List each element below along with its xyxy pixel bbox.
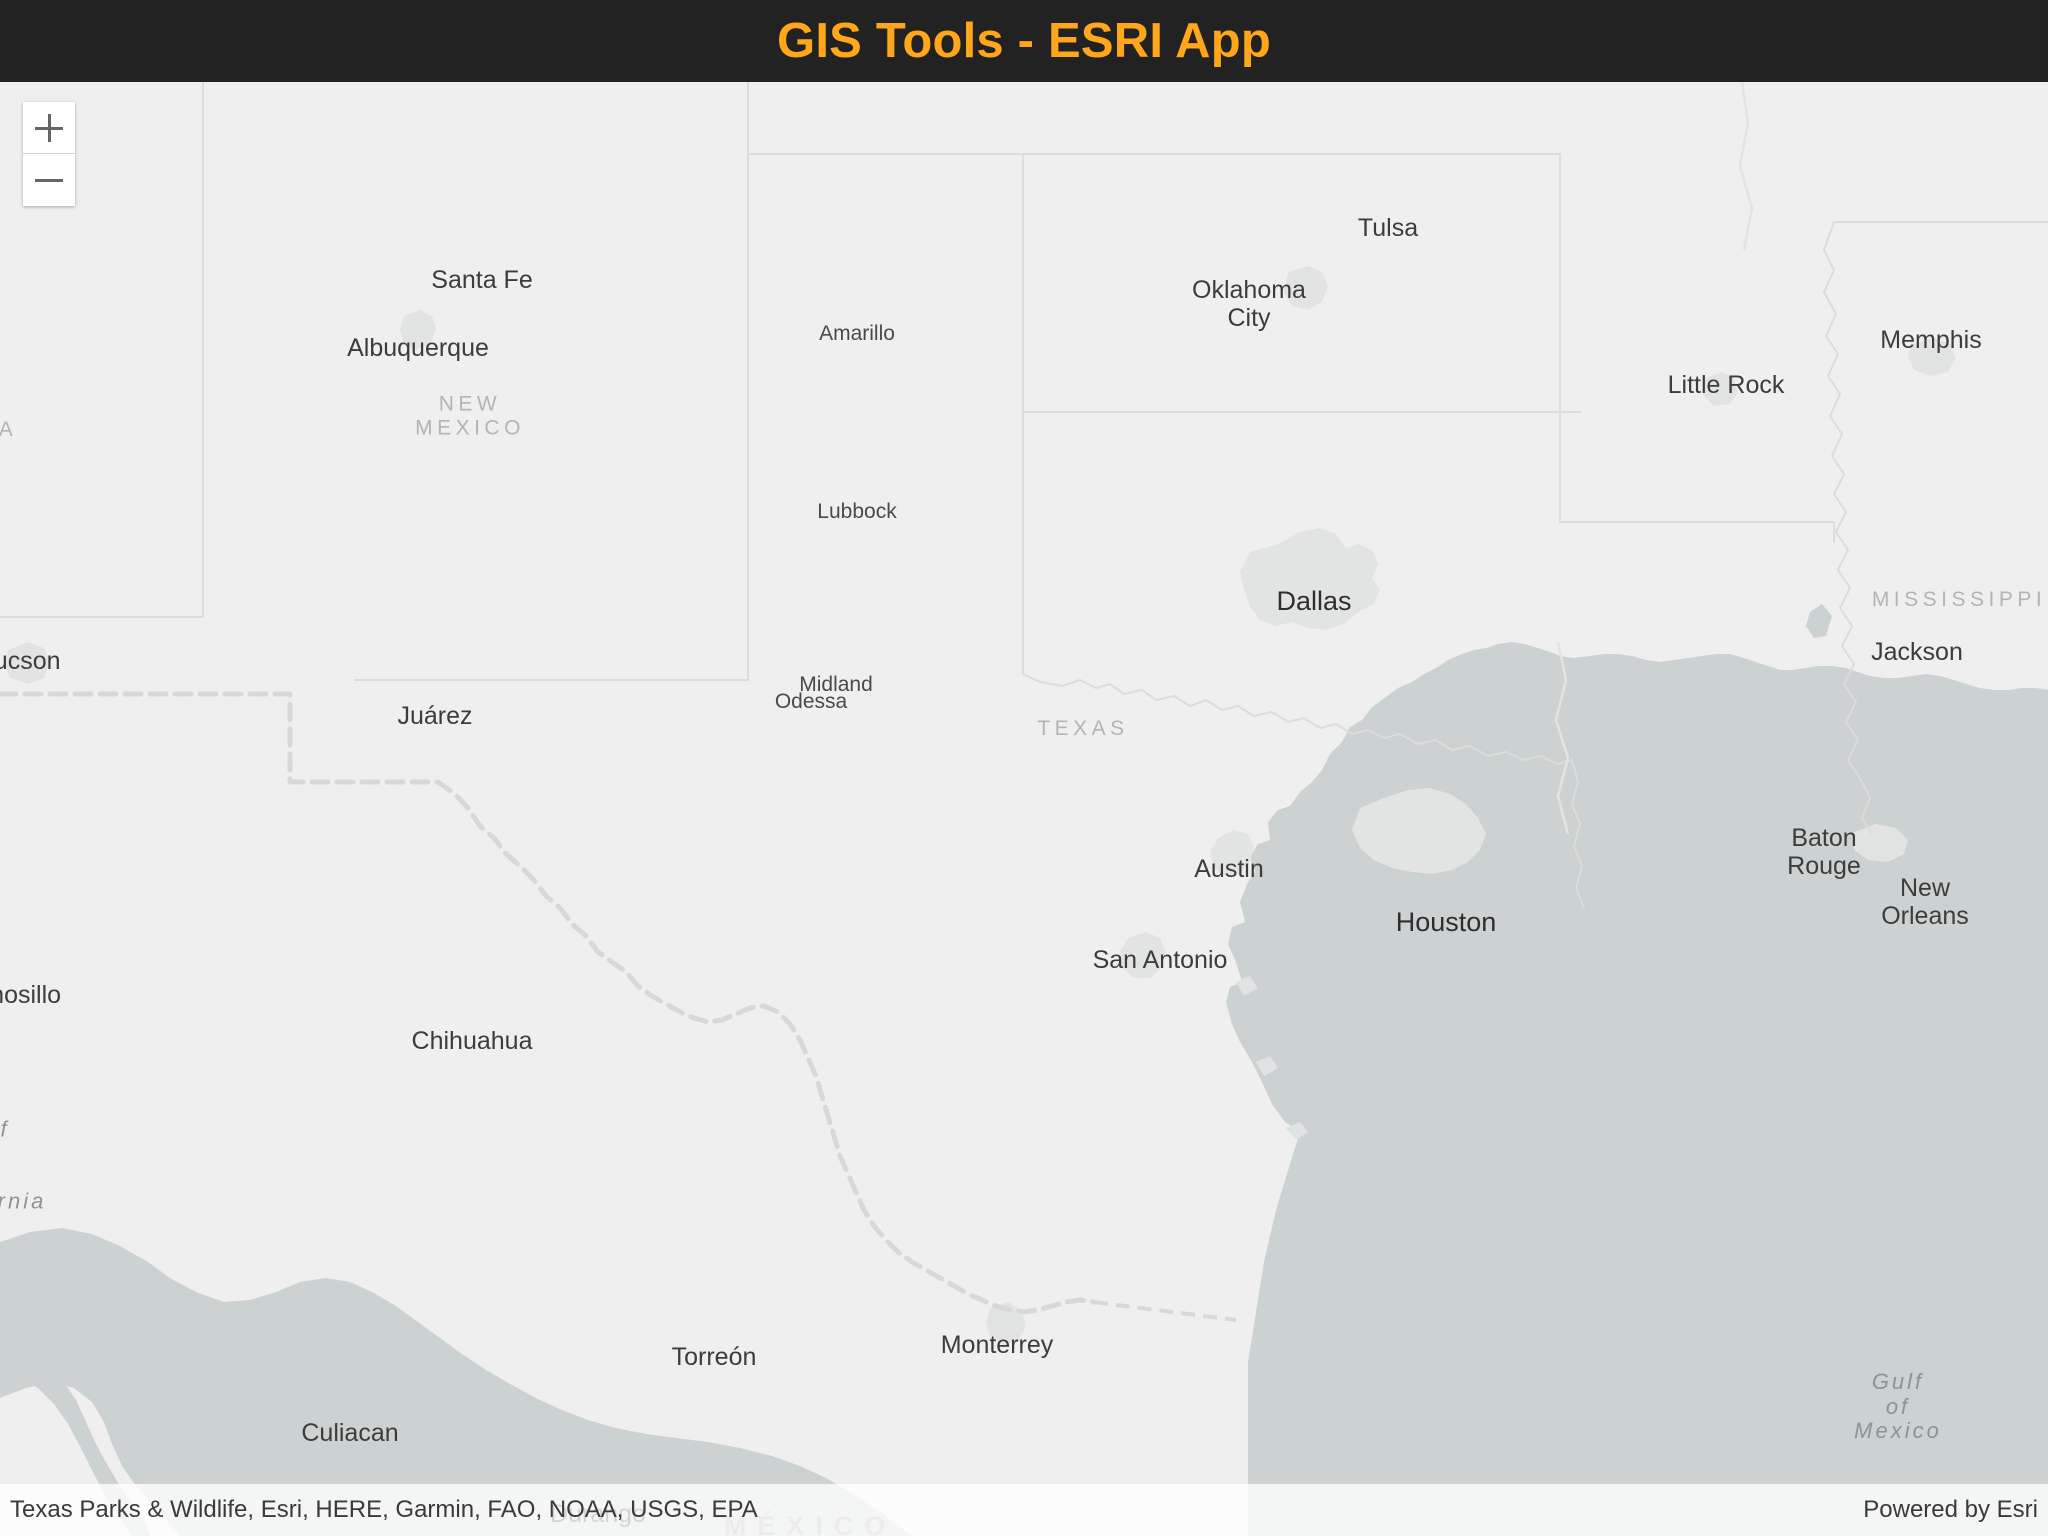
map-canvas[interactable]: Santa Fe Albuquerque Amarillo Tulsa Oklahoma… [0,82,2048,1536]
attribution-sources: Texas Parks & Wildlife, Esri, HERE, Garm… [10,1496,758,1523]
page-title: GIS Tools - ESRI App [777,13,1271,68]
app-header: GIS Tools - ESRI App [0,0,2048,82]
attribution-bar: Texas Parks & Wildlife, Esri, HERE, Garm… [0,1484,2048,1536]
minus-icon [35,166,63,194]
gis-application: GIS Tools - ESRI App Santa Fe Albuquerqu… [0,0,2048,1536]
zoom-in-button[interactable] [23,102,75,154]
map-geometry [0,82,2048,1536]
zoom-control[interactable] [23,102,75,206]
plus-icon [35,113,63,142]
zoom-out-button[interactable] [23,154,75,206]
powered-by-esri: Powered by Esri [1863,1496,2038,1523]
